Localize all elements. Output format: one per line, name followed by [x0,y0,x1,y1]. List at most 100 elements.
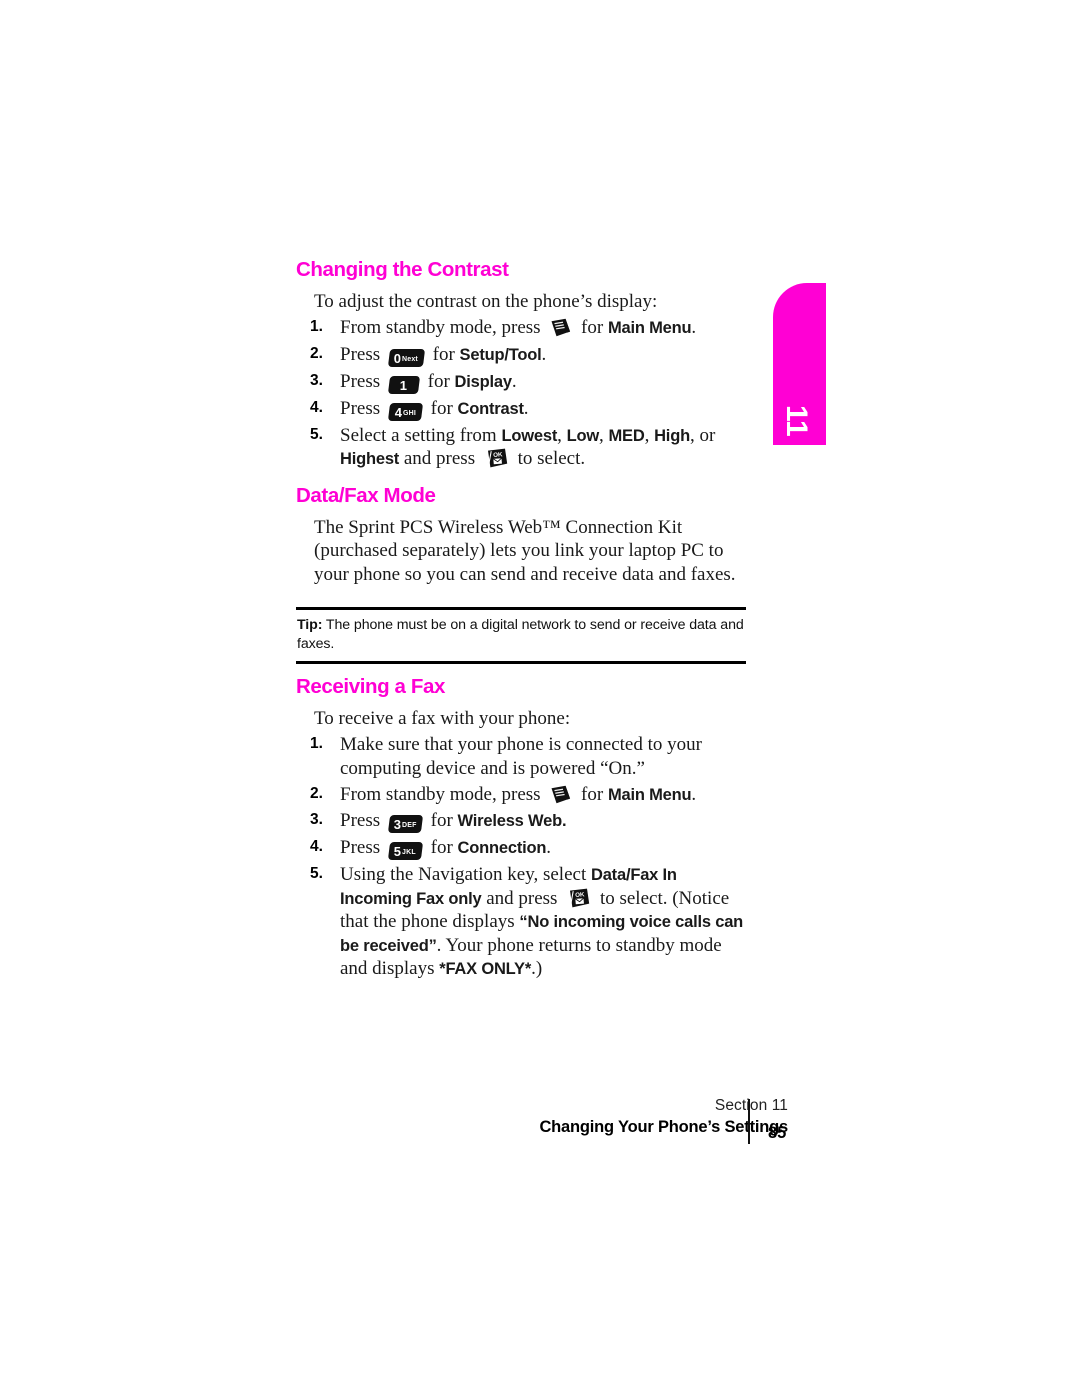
list-item: 4. Press 5JKL for Connection. [296,836,748,861]
phone-key-3-icon: 3DEF [387,815,423,834]
step-number: 3. [310,371,323,389]
manual-page: Changing Your Phone's Settings 11 Changi… [0,0,1080,1397]
key-sublabel: DEF [401,822,417,830]
step-number: 5. [310,865,323,883]
step-bold-term: Main Menu [607,786,692,805]
list-item: 1. From standby mode, press for Main Men… [296,316,748,339]
step-text-mid: for [430,397,453,419]
key-digit: 1 [399,377,407,393]
step-bold-term: Main Menu [607,319,692,338]
step-text: Press 4GHI for Contrast. [340,397,529,421]
fax-steps-list: 1. Make sure that your phone is connecte… [296,733,748,980]
phone-display-fax-only: *FAX ONLY* [439,959,532,978]
step-number: 2. [310,785,323,803]
step-text-pre: Press [340,370,381,392]
step5-text-6: and press [399,447,476,469]
step-text-post: . [541,343,547,365]
step-bold-term: Setup/Tool [459,345,542,364]
ok-key-icon: OK [567,888,590,908]
step-text-mid: for [581,317,604,339]
page-number: 85 [768,1124,787,1142]
heading-data-fax-mode: Data/Fax Mode [296,484,436,508]
list-item: 2. From standby mode, press for Main Men… [296,783,748,806]
list-item: 2. Press 0Next for Setup/Tool. [296,343,748,367]
setting-lowest: Lowest [501,426,558,445]
step-number: 2. [310,344,323,362]
key-digit: 4 [394,404,402,420]
step-text: Press 3DEF for Wireless Web. [340,810,567,834]
phone-key-5-icon: 5JKL [387,842,423,861]
key-sublabel: GHI [402,409,416,417]
step-text-post: . [691,784,697,806]
step-text-pre: Press [340,343,381,365]
step-text-pre: From standby mode, press [340,784,541,806]
section-index-tab: Changing Your Phone's Settings 11 [773,283,826,445]
step5-text-3: , [599,424,609,446]
footer-section-label: Section 11 [714,1097,788,1114]
setting-low: Low [566,426,600,445]
heading-changing-the-contrast: Changing the Contrast [296,258,509,281]
step-text-mid: for [581,784,604,806]
key-sublabel: Next [402,355,419,363]
key-digit: 0 [394,350,402,366]
contrast-intro-text: To adjust the contrast on the phone’s di… [314,291,658,312]
step-text: Make sure that your phone is connected t… [340,734,702,779]
heading-receiving-a-fax: Receiving a Fax [296,675,445,699]
fax-step5-text-5: .) [531,957,543,979]
step-number: 1. [310,318,323,336]
phone-key-0-icon: 0Next [387,348,425,367]
key-sublabel: JKL [402,849,417,857]
list-item: 3. Press 1 for Display. [296,370,748,394]
step-text: From standby mode, press for Main Menu. [340,317,696,338]
step-text-mid: for [432,343,455,365]
step-text-mid: for [430,837,453,859]
step-bold-term: Display [454,372,512,391]
step-text-pre: From standby mode, press [340,317,541,339]
setting-med: MED [608,426,645,445]
footer-divider [748,1099,750,1144]
key-digit: 3 [393,817,401,833]
list-item: 3. Press 3DEF for Wireless Web. [296,809,748,834]
svg-text:OK: OK [493,451,503,459]
step-text-post: . [511,370,517,392]
footer-section-title: Changing Your Phone’s Settings [539,1118,788,1137]
page-content: Changing the Contrast To adjust the cont… [296,258,748,980]
step-bold-term: Contrast [457,399,524,418]
step5-text-7: to select. [517,447,586,469]
step5-text-1: Select a setting from [340,424,502,446]
step-text: From standby mode, press for Main Menu. [340,784,696,805]
step-text: Press 1 for Display. [340,370,517,394]
page-footer: Section 11 Changing Your Phone’s Setting… [0,1096,1080,1156]
step-text: Press 0Next for Setup/Tool. [340,343,547,367]
tip-label: Tip: [297,616,323,633]
step5-text-2: , [557,424,567,446]
svg-text:OK: OK [575,891,585,899]
setting-highest: Highest [340,449,400,468]
step-bold-term: Connection [457,839,547,858]
ok-key-icon: OK [485,448,508,468]
data-fax-body-text: The Sprint PCS Wireless Web™ Connection … [314,517,736,585]
phone-key-1-icon: 1 [387,375,420,394]
step5-text-4: , [644,424,655,446]
list-item: 5. Select a setting from Lowest, Low, ME… [296,424,748,471]
step-number: 3. [310,811,323,829]
list-item: 1. Make sure that your phone is connecte… [296,733,748,780]
step-text-pre: Press [340,397,381,419]
list-item: 4. Press 4GHI for Contrast. [296,397,748,421]
tip-box: Tip: The phone must be on a digital netw… [296,606,746,665]
step-text-post: . [691,317,697,339]
footer-labels: Section 11 Changing Your Phone’s Setting… [539,1096,788,1139]
step-bold-term: Wireless Web. [457,812,567,831]
setting-high: High [654,426,690,445]
tip-body-text: The phone must be on a digital network t… [297,616,744,652]
step-text: Using the Navigation key, select Data/Fa… [340,864,743,978]
step-text: Select a setting from Lowest, Low, MED , … [340,425,715,469]
step-number: 1. [310,735,323,753]
section-index-tab-text: Changing Your Phone's Settings [773,299,826,339]
menu-key-icon [550,318,571,337]
step-number: 4. [310,398,323,416]
step-text-post: . [546,837,552,859]
key-digit: 5 [394,844,402,860]
step-text-mid: for [427,370,450,392]
tip-text: Tip: The phone must be on a digital netw… [296,610,746,657]
